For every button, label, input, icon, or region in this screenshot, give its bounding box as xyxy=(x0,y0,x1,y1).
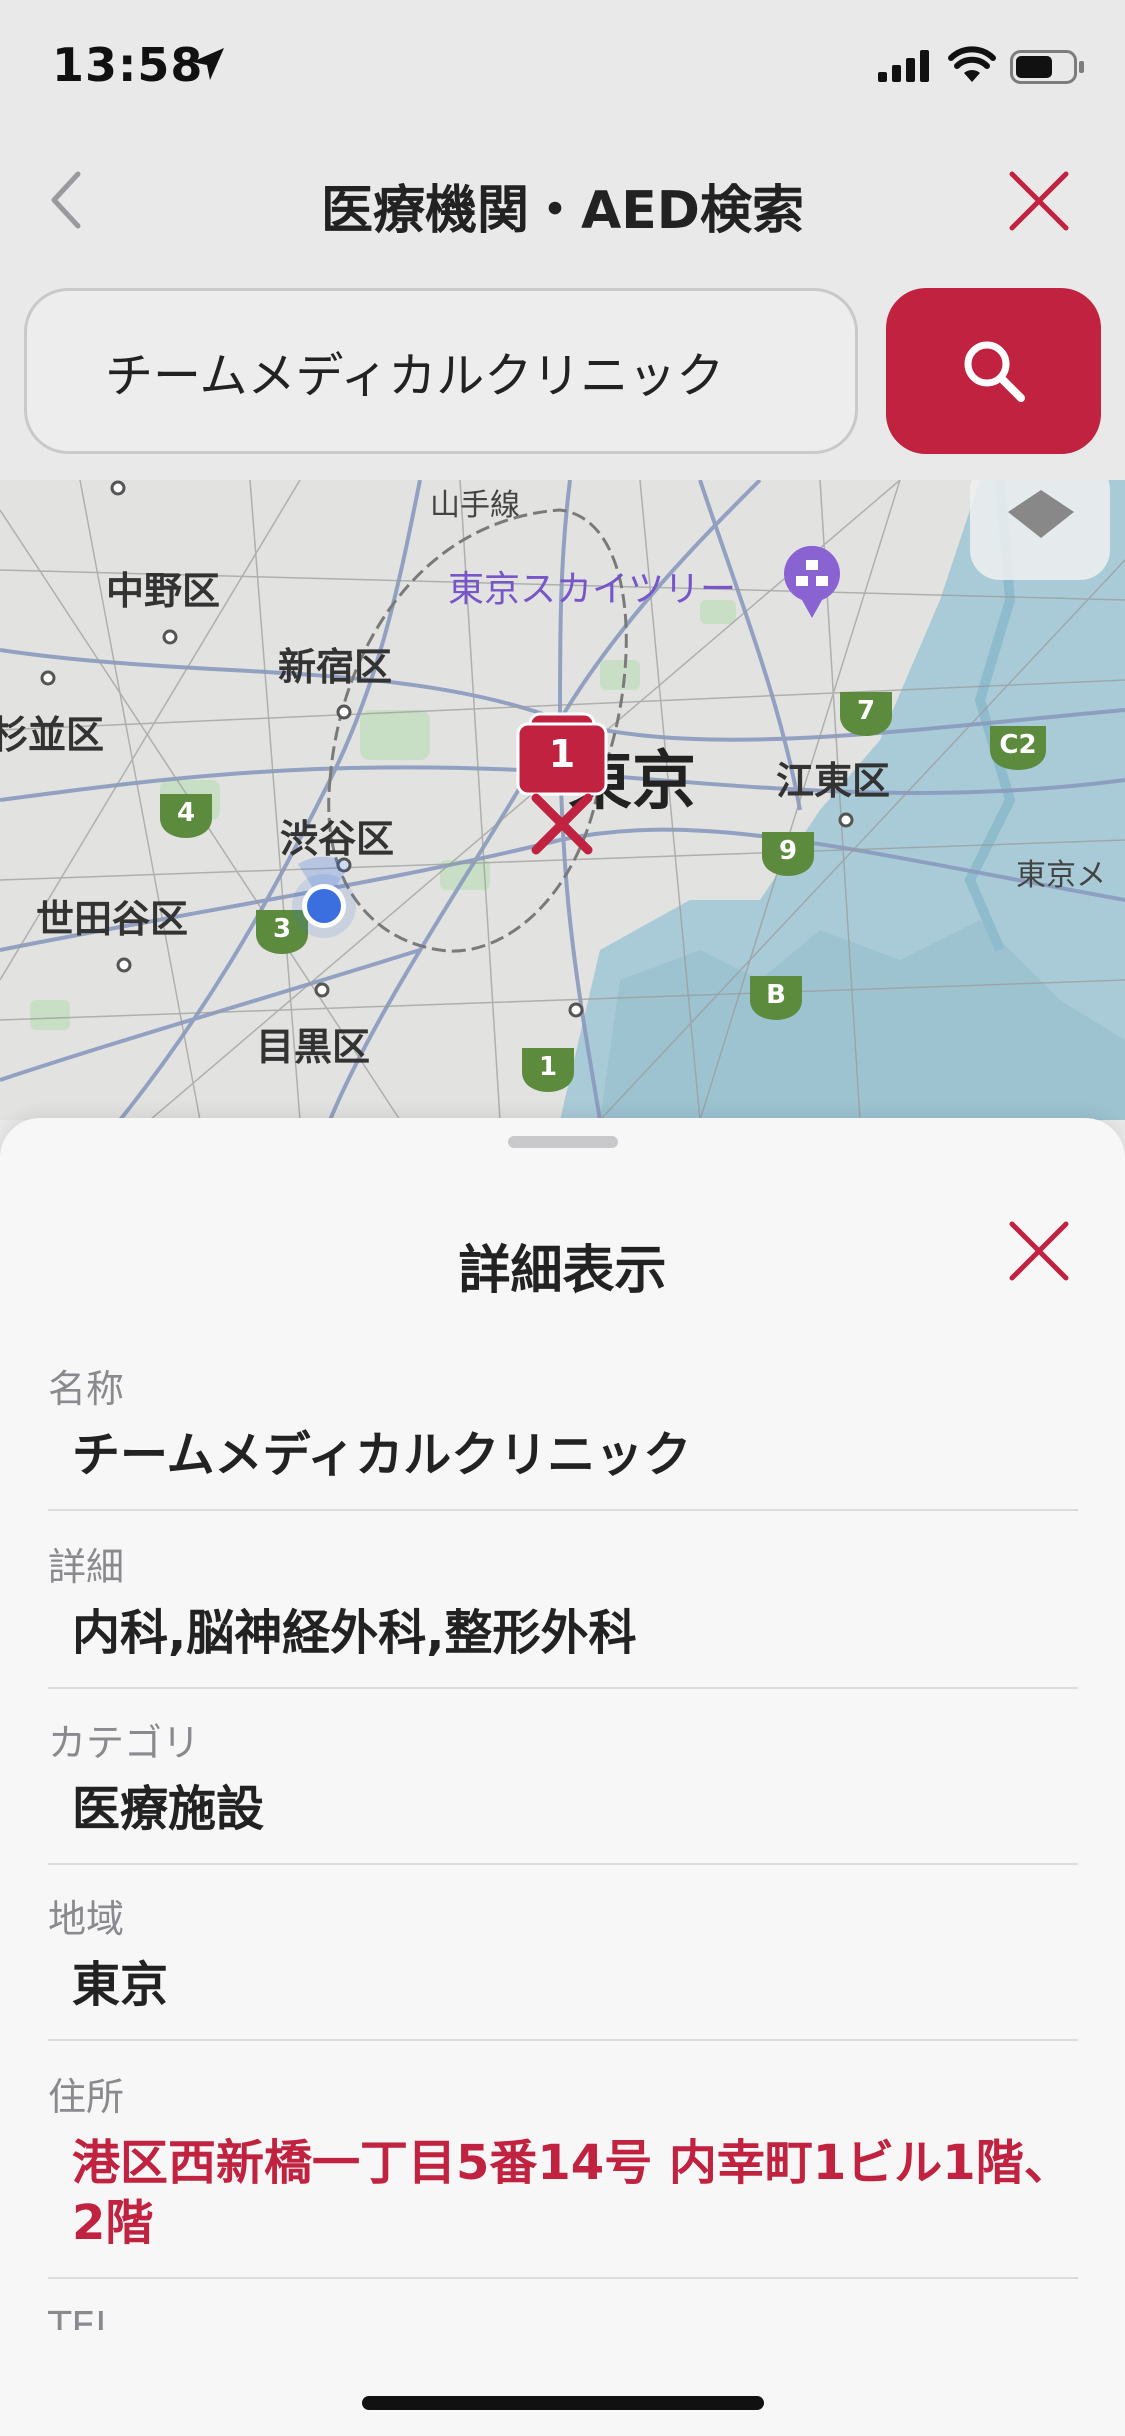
cluster-marker[interactable]: 1 xyxy=(512,712,612,855)
detail-label: カテゴリ xyxy=(48,1721,201,1765)
detail-label: 住所 xyxy=(48,2075,125,2119)
map-label-yamanote: 山手線 xyxy=(430,488,520,523)
nav-header: 医療機関・AED検索 xyxy=(0,140,1125,260)
close-icon[interactable] xyxy=(1006,168,1072,234)
detail-row-detail: 詳細 内科,脳神経外科,整形外科 xyxy=(48,1522,1078,1689)
detail-row-address: 住所 港区西新橋一丁目5番14号 内幸町1ビル1階、2階 xyxy=(48,2052,1078,2279)
map-label-setagaya: 世田谷区 xyxy=(36,897,189,941)
sheet-title: 詳細表示 xyxy=(458,1241,667,1301)
detail-label: TEL xyxy=(48,2304,117,2330)
detail-sheet: 詳細表示 名称 チームメディカルクリニック 詳細 内科,脳神経外科,整形外科 カ… xyxy=(0,1118,1125,2436)
poi-skytree-icon[interactable] xyxy=(782,546,842,620)
search-icon xyxy=(964,341,1025,402)
search-button[interactable] xyxy=(886,288,1101,454)
close-icon[interactable] xyxy=(1006,1218,1072,1284)
detail-row-region: 地域 東京 xyxy=(48,1874,1078,2041)
status-time: 13:58 xyxy=(52,38,204,92)
map-label-nakano: 中野区 xyxy=(106,569,221,613)
map-label-shibuya: 渋谷区 xyxy=(280,817,395,861)
detail-label: 詳細 xyxy=(48,1545,125,1589)
layers-icon xyxy=(1008,490,1074,538)
detail-label: 地域 xyxy=(48,1897,125,1941)
route-shield: 7 xyxy=(838,690,894,738)
detail-value: 東京 xyxy=(72,1957,169,2013)
detail-value: 内科,脳神経外科,整形外科 xyxy=(72,1605,637,1661)
status-bar: 13:58 xyxy=(0,0,1125,140)
page-title: 医療機関・AED検索 xyxy=(321,181,804,241)
map-label-tokyo-bay: 東京メ xyxy=(1016,858,1106,893)
route-shield: 1 xyxy=(520,1046,576,1094)
sheet-grabber[interactable] xyxy=(508,1136,618,1148)
route-shield: 4 xyxy=(158,792,214,840)
detail-row-tel: TEL xyxy=(48,2290,1078,2330)
map-label-suginami: 杉並区 xyxy=(0,713,105,757)
map-label-koto: 江東区 xyxy=(776,759,891,803)
detail-row-category: カテゴリ 医療施設 xyxy=(48,1698,1078,1865)
route-shield: 9 xyxy=(760,830,816,878)
user-location-icon xyxy=(292,856,356,938)
battery-icon xyxy=(1010,50,1084,84)
map-label-shinjuku: 新宿区 xyxy=(278,645,393,689)
cluster-count: 1 xyxy=(548,732,576,776)
wifi-icon xyxy=(948,46,996,82)
map-layers-button[interactable] xyxy=(970,480,1110,580)
address-link[interactable]: 港区西新橋一丁目5番14号 内幸町1ビル1階、2階 xyxy=(72,2133,1078,2253)
detail-value: 医療施設 xyxy=(72,1781,265,1837)
map-label-skytree[interactable]: 東京スカイツリー xyxy=(448,560,736,612)
detail-row-name: 名称 チームメディカルクリニック xyxy=(48,1344,1078,1511)
detail-label: 名称 xyxy=(48,1367,125,1411)
detail-value: チームメディカルクリニック xyxy=(72,1427,692,1483)
marker-x-icon xyxy=(531,793,593,855)
search-input[interactable] xyxy=(24,288,858,454)
home-indicator[interactable] xyxy=(362,2396,764,2410)
location-arrow-icon xyxy=(192,48,224,80)
cell-signal-icon xyxy=(878,50,929,82)
route-shield: B xyxy=(748,974,804,1022)
map-view[interactable]: 山手線 中野区 東京スカイツリー 新宿区 杉並区 東京 江東区 渋谷区 東京メ … xyxy=(0,480,1125,1120)
route-shield: C2 xyxy=(988,724,1048,772)
map-label-meguro: 目黒区 xyxy=(256,1025,371,1069)
